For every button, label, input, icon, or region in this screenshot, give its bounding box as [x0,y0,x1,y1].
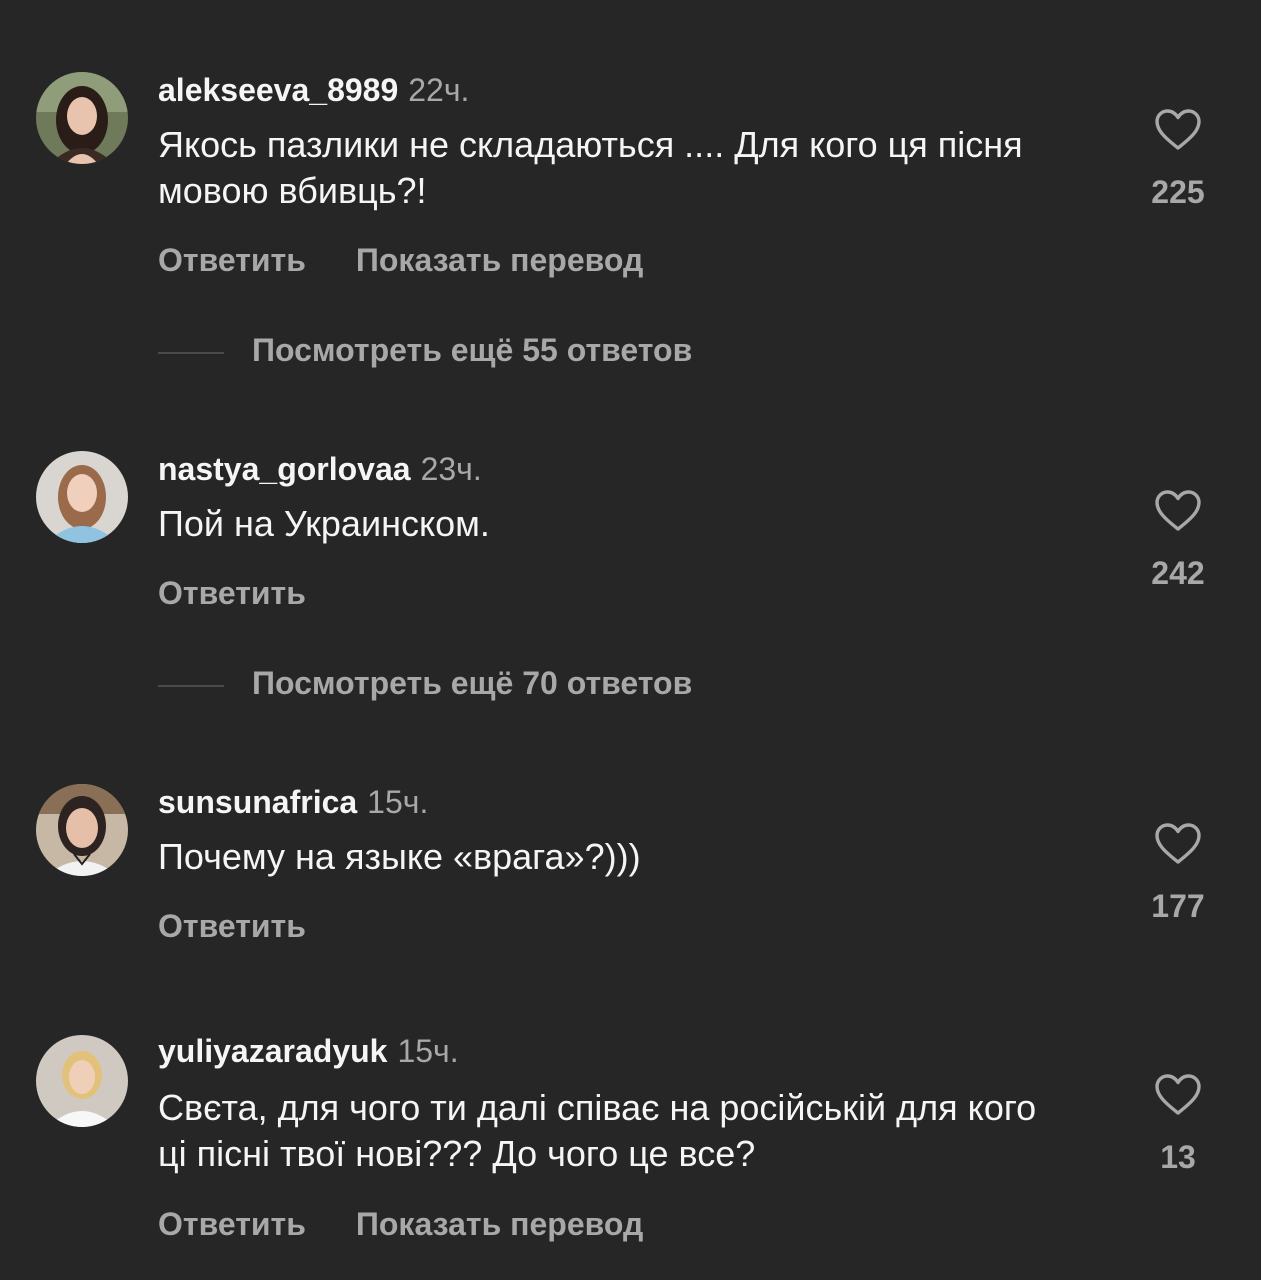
comment-header: sunsunafrica 15ч. [158,782,428,822]
reply-button[interactable]: Ответить [158,906,306,946]
username[interactable]: nastya_gorlovaa [158,451,411,487]
avatar[interactable] [36,784,128,876]
avatar[interactable] [36,1035,128,1127]
comment-text: Свєта, для чого ти далі співає на російс… [158,1087,1037,1174]
timestamp: 22ч. [408,72,470,108]
timestamp: 15ч. [397,1033,459,1069]
reply-button[interactable]: Ответить [158,1204,306,1244]
show-translation-button[interactable]: Показать перевод [356,1204,643,1244]
like-count: 242 [1151,555,1205,591]
avatar[interactable] [36,451,128,543]
comment-actions: Ответить Показать перевод [158,240,643,280]
reply-button[interactable]: Ответить [158,240,306,280]
view-replies-button[interactable]: Посмотреть ещё 55 ответов [158,330,692,370]
comment-header: alekseeva_8989 22ч. [158,70,469,110]
comment-header: nastya_gorlovaa 23ч. [158,449,482,489]
heart-outline-icon[interactable] [1154,108,1202,152]
like-count: 225 [1151,174,1205,210]
comment-header: yuliyazaradyuk 15ч. [158,1031,459,1071]
like-count: 177 [1151,888,1205,924]
comment-actions: Ответить [158,573,306,613]
like-count: 13 [1160,1139,1196,1175]
avatar[interactable] [36,72,128,164]
username[interactable]: yuliyazaradyuk [158,1033,387,1069]
comment-text: Почему на языке «врага»?))) [158,836,641,877]
comment-text: Якось пазлики не складаються .... Для ко… [158,124,1023,211]
reply-button[interactable]: Ответить [158,573,306,613]
show-translation-button[interactable]: Показать перевод [356,240,643,280]
heart-outline-icon[interactable] [1154,1073,1202,1117]
like-control: 225 [1140,108,1216,210]
timestamp: 15ч. [367,784,429,820]
comment-actions: Ответить Показать перевод [158,1204,643,1244]
username[interactable]: sunsunafrica [158,784,357,820]
like-control: 242 [1140,489,1216,591]
comment-text: Пой на Украинском. [158,503,490,544]
replies-divider [158,684,224,687]
heart-outline-icon[interactable] [1154,489,1202,533]
heart-outline-icon[interactable] [1154,822,1202,866]
username[interactable]: alekseeva_8989 [158,72,398,108]
view-replies-button[interactable]: Посмотреть ещё 70 ответов [158,663,692,703]
timestamp: 23ч. [420,451,482,487]
like-control: 13 [1140,1073,1216,1175]
view-replies-label: Посмотреть ещё 70 ответов [252,665,693,701]
view-replies-label: Посмотреть ещё 55 ответов [252,332,693,368]
replies-divider [158,351,224,354]
like-control: 177 [1140,822,1216,924]
comment-actions: Ответить [158,906,306,946]
